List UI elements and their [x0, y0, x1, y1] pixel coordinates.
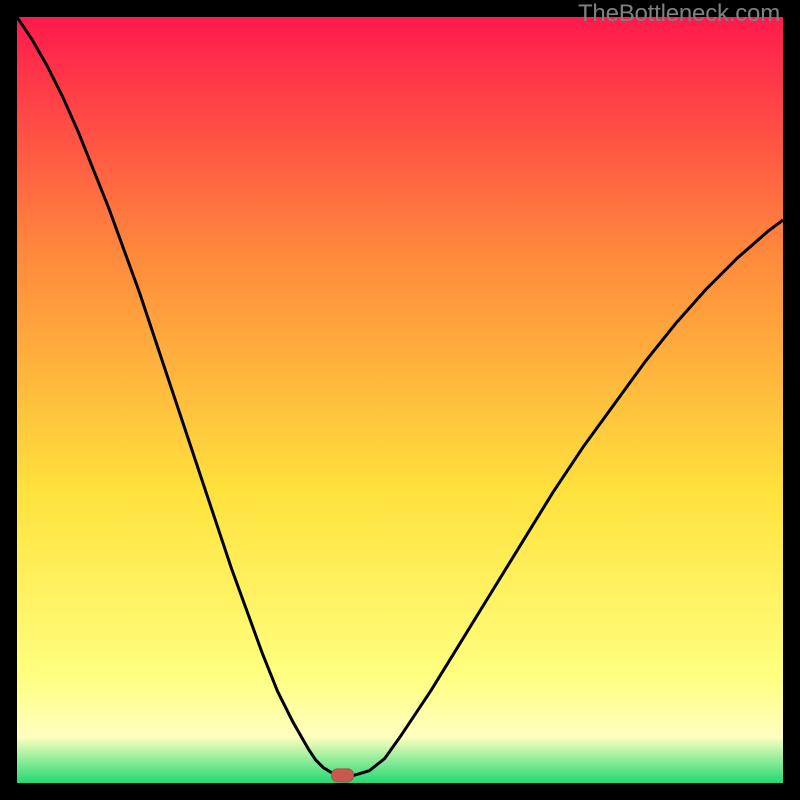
attribution-text: TheBottleneck.com: [578, 0, 780, 28]
optimal-point-marker: [332, 769, 354, 782]
bottleneck-chart: [17, 17, 783, 783]
gradient-background: [17, 17, 783, 783]
